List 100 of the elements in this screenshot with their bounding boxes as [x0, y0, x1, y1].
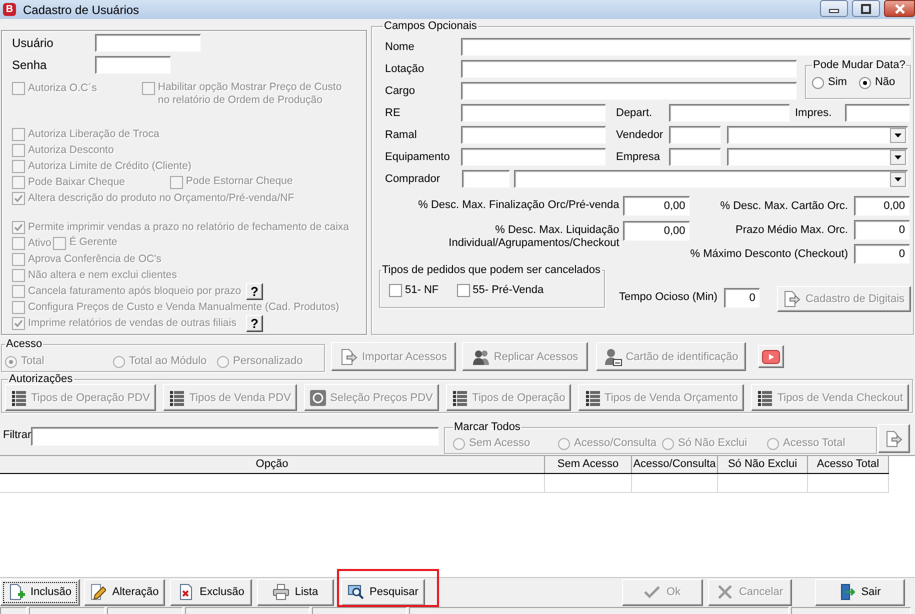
radio-label: Acesso/Consulta [574, 436, 657, 451]
document-button[interactable] [878, 424, 910, 453]
add-document-icon [8, 584, 24, 600]
checkbox-label: É Gerente [69, 236, 118, 249]
person-card-icon [604, 348, 622, 366]
list-icon [452, 390, 468, 406]
checkbox-label: Aprova Conferência de OC's [28, 252, 162, 267]
checkbox-label: 55- Pré-Venda [472, 283, 544, 298]
dropdown[interactable] [727, 126, 908, 144]
text-field[interactable] [95, 34, 201, 52]
app-logo: B [3, 3, 16, 16]
number-field[interactable]: 0 [854, 220, 910, 240]
checkbox-label: 51- NF [405, 283, 439, 298]
radio-label: Total [21, 354, 44, 369]
door-icon [839, 584, 856, 600]
field-label: Senha [12, 58, 48, 72]
text-field[interactable] [461, 126, 606, 144]
edit-button[interactable]: Alteração [84, 578, 165, 606]
group-title: Autorizações [8, 373, 74, 386]
checkbox-label: Imprime relatórios de vendas de outras filiais [28, 316, 238, 331]
list-icon [11, 390, 28, 406]
number-field[interactable]: 0,00 [854, 196, 910, 216]
number-field[interactable]: 0,00 [623, 221, 690, 241]
radio-button[interactable] [812, 76, 824, 88]
text-field[interactable] [461, 148, 606, 166]
column-header[interactable]: Acesso/Consulta [632, 456, 718, 473]
text-field[interactable] [95, 56, 171, 74]
maximize-button[interactable] [852, 0, 880, 17]
text-field[interactable] [845, 104, 910, 122]
field-label: Ramal [385, 129, 418, 141]
group-title: Tipos de pedidos que podem ser cancelados [381, 264, 602, 277]
text-field[interactable] [461, 104, 606, 122]
checkbox-label: Habilitar opção Mostrar Preço de Custo no relatório de Ordem de Produção [158, 81, 343, 107]
checkbox-label: Autoriza Liberação de Troca [28, 127, 160, 142]
magnifier-icon [348, 584, 364, 600]
field-label: RE [385, 107, 402, 119]
text-field[interactable] [461, 60, 797, 78]
field-label: Tempo Ocioso (Min) [619, 291, 718, 303]
column-header[interactable]: Só Não Exclui [718, 456, 808, 473]
list-button[interactable]: Lista [257, 578, 334, 606]
checkbox-label: Autoriza O.C´s [28, 81, 97, 96]
radio-label: Sim [828, 75, 847, 90]
dropdown[interactable] [727, 148, 908, 166]
radio-label: Só Não Exclui [678, 436, 748, 451]
add-button[interactable]: Inclusão [0, 578, 80, 606]
checkbox[interactable] [389, 284, 402, 297]
text-field[interactable] [669, 104, 790, 122]
field-label: Filtrar [3, 429, 31, 441]
text-field[interactable] [461, 38, 911, 56]
group-title: Marcar Todos [453, 421, 522, 434]
column-header[interactable]: Opção [0, 456, 545, 473]
checkbox-label: Ativo [28, 236, 52, 251]
field-label: % Desc. Max. Cartão Orc. [719, 200, 848, 212]
text-field[interactable] [462, 170, 510, 188]
column-header[interactable]: Acesso Total [808, 456, 889, 473]
field-label: Cargo [385, 85, 416, 97]
play-icon [762, 350, 780, 364]
column-header[interactable]: Sem Acesso [545, 456, 632, 473]
dropdown[interactable] [514, 170, 908, 188]
delete-button[interactable]: Exclusão [170, 578, 252, 606]
field-label: Impres. [795, 107, 833, 119]
document-arrow-icon [783, 290, 802, 308]
checkbox-label: Pode Estornar Cheque [186, 175, 293, 188]
number-field[interactable]: 0,00 [623, 196, 690, 216]
radio-label: Sem Acesso [469, 436, 530, 451]
group-title: Acesso [5, 338, 44, 351]
text-field[interactable] [669, 148, 721, 166]
play-button[interactable] [758, 345, 784, 368]
search-button[interactable]: Pesquisar [341, 578, 425, 606]
group-title: Campos Opcionais [383, 20, 478, 33]
checkbox[interactable] [456, 284, 470, 297]
minimize-button[interactable] [820, 0, 848, 17]
window-title: Cadastro de Usuários [23, 2, 140, 16]
number-field[interactable]: 0 [854, 244, 910, 264]
field-label: Usuário [12, 36, 54, 50]
text-field[interactable] [669, 126, 721, 144]
ring-icon [310, 390, 326, 406]
number-field[interactable]: 0 [724, 288, 760, 308]
radio-label: Total ao Módulo [129, 354, 207, 369]
checkbox-label: Configura Preços de Custo e Venda Manualmente (Cad. Produtos) [28, 300, 340, 315]
list-icon [584, 390, 601, 406]
radio-button[interactable] [858, 76, 871, 88]
checkbox-label: Não altera e nem exclui clientes [28, 268, 177, 283]
checkbox-label: Pode Baixar Cheque [28, 175, 125, 190]
maximize-icon [861, 4, 871, 14]
delete-document-icon [178, 584, 194, 600]
field-label: % Desc. Max. Liquidação Individual/Agrupamentos/Checkout [448, 223, 620, 250]
checkbox-label: Autoriza Limite de Crédito (Cliente) [28, 159, 192, 174]
close-button[interactable] [884, 0, 915, 17]
text-field[interactable] [31, 427, 439, 446]
radio-label: Não [874, 75, 896, 90]
group-title: Pode Mudar Data? [812, 59, 906, 72]
text-field[interactable] [461, 82, 797, 100]
document-arrow-icon [885, 430, 903, 448]
printer-icon [272, 584, 289, 600]
checkbox-label: Cancela faturamento após bloqueio por prazo [28, 284, 242, 299]
field-label: % Desc. Max. Finalização Orc/Pré-venda [417, 198, 620, 212]
exit-button[interactable]: Sair [815, 578, 905, 606]
checkbox-label: Altera descrição do produto no Orçamento/Pré-venda/NF [28, 191, 294, 206]
pencil-icon [90, 584, 106, 600]
